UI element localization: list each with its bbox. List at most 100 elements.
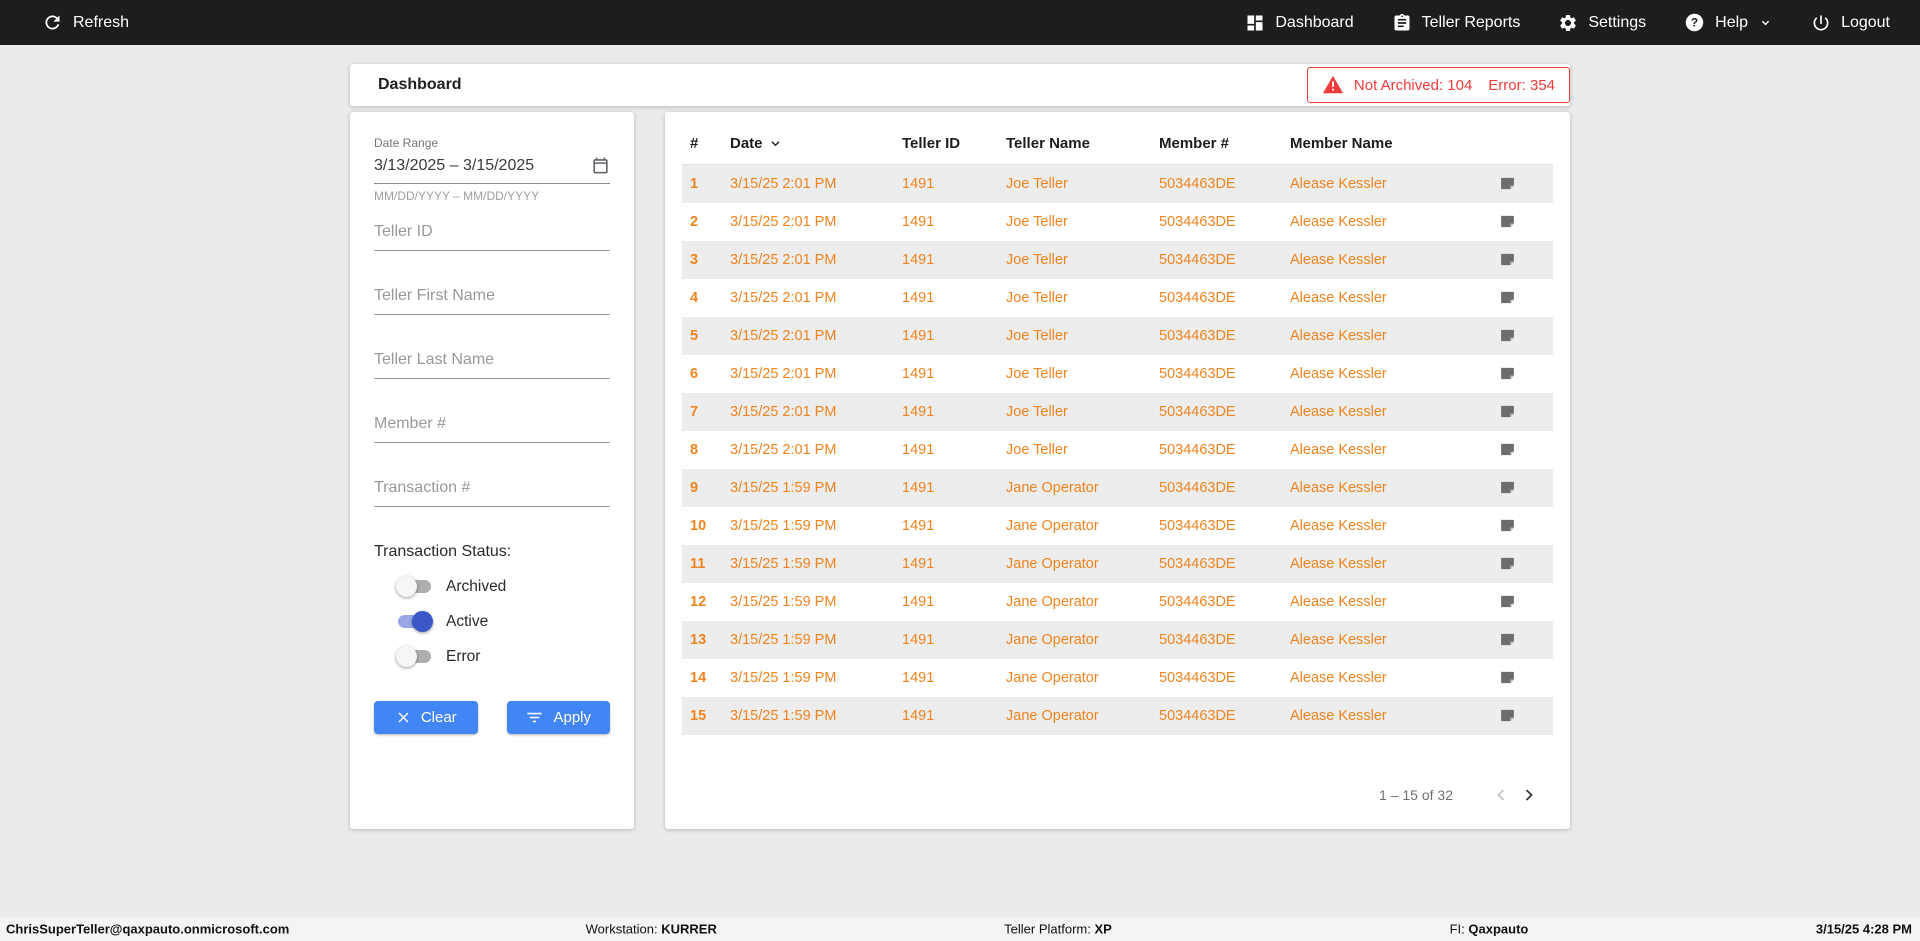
nav-logout[interactable]: Logout bbox=[1811, 13, 1890, 33]
note-icon[interactable] bbox=[1497, 667, 1518, 688]
note-icon[interactable] bbox=[1497, 249, 1518, 270]
toggle-row-active: Active bbox=[396, 611, 610, 632]
apply-button-label: Apply bbox=[553, 709, 591, 726]
nav-settings[interactable]: Settings bbox=[1558, 13, 1646, 33]
note-icon[interactable] bbox=[1497, 629, 1518, 650]
nav-dashboard[interactable]: Dashboard bbox=[1245, 13, 1353, 33]
gear-icon bbox=[1558, 13, 1578, 33]
note-icon[interactable] bbox=[1497, 439, 1518, 460]
note-icon[interactable] bbox=[1497, 705, 1518, 726]
pagination: 1 – 15 of 32 bbox=[682, 781, 1553, 809]
filter-panel: Date Range MM/DD/YYYY – MM/DD/YYYY Trans… bbox=[350, 112, 634, 829]
table-row[interactable]: 12 3/15/25 1:59 PM 1491 Jane Operator 50… bbox=[682, 583, 1553, 621]
date-range-input[interactable] bbox=[374, 157, 570, 175]
sort-desc-icon bbox=[767, 135, 784, 152]
note-icon[interactable] bbox=[1497, 325, 1518, 346]
table-row[interactable]: 7 3/15/25 2:01 PM 1491 Joe Teller 503446… bbox=[682, 393, 1553, 431]
toggle-row-error: Error bbox=[396, 646, 610, 667]
transaction-number-input[interactable] bbox=[374, 471, 610, 507]
date-sort-control[interactable]: Date bbox=[730, 135, 784, 152]
clipboard-icon bbox=[1392, 13, 1412, 33]
transactions-table: # Date Teller ID Teller Name Member # Me… bbox=[682, 122, 1553, 735]
nav-teller-reports[interactable]: Teller Reports bbox=[1392, 13, 1521, 33]
page-title: Dashboard bbox=[378, 76, 462, 94]
top-navbar: Refresh Dashboard Teller Reports Setting… bbox=[0, 0, 1920, 45]
table-row[interactable]: 3 3/15/25 2:01 PM 1491 Joe Teller 503446… bbox=[682, 241, 1553, 279]
transactions-table-card: # Date Teller ID Teller Name Member # Me… bbox=[665, 112, 1570, 829]
pagination-range: 1 – 15 of 32 bbox=[1379, 787, 1453, 803]
clear-button[interactable]: Clear bbox=[374, 701, 478, 734]
calendar-icon[interactable] bbox=[591, 156, 610, 175]
transaction-status-label: Transaction Status: bbox=[374, 543, 610, 561]
col-header-teller-id: Teller ID bbox=[894, 122, 998, 165]
note-icon[interactable] bbox=[1497, 211, 1518, 232]
note-icon[interactable] bbox=[1497, 553, 1518, 574]
chevron-down-icon bbox=[1758, 15, 1773, 30]
table-row[interactable]: 2 3/15/25 2:01 PM 1491 Joe Teller 503446… bbox=[682, 203, 1553, 241]
toggle-row-archived: Archived bbox=[396, 576, 610, 597]
help-icon: ? bbox=[1684, 12, 1705, 33]
teller-platform-info: Teller Platform: XP bbox=[1004, 922, 1112, 937]
nav-help[interactable]: ? Help bbox=[1684, 12, 1773, 33]
table-row[interactable]: 10 3/15/25 1:59 PM 1491 Jane Operator 50… bbox=[682, 507, 1553, 545]
table-row[interactable]: 6 3/15/25 2:01 PM 1491 Joe Teller 503446… bbox=[682, 355, 1553, 393]
col-header-note bbox=[1462, 122, 1553, 165]
table-row[interactable]: 1 3/15/25 2:01 PM 1491 Joe Teller 503446… bbox=[682, 165, 1553, 203]
archived-toggle-label: Archived bbox=[446, 578, 506, 596]
table-row[interactable]: 8 3/15/25 2:01 PM 1491 Joe Teller 503446… bbox=[682, 431, 1553, 469]
note-icon[interactable] bbox=[1497, 173, 1518, 194]
table-row[interactable]: 13 3/15/25 1:59 PM 1491 Jane Operator 50… bbox=[682, 621, 1553, 659]
filter-icon bbox=[525, 708, 544, 727]
col-header-teller-name: Teller Name bbox=[998, 122, 1151, 165]
workstation-info: Workstation: KURRER bbox=[586, 922, 717, 937]
refresh-button[interactable]: Refresh bbox=[42, 12, 129, 33]
nav-settings-label: Settings bbox=[1588, 14, 1646, 32]
table-row[interactable]: 9 3/15/25 1:59 PM 1491 Jane Operator 503… bbox=[682, 469, 1553, 507]
note-icon[interactable] bbox=[1497, 287, 1518, 308]
note-icon[interactable] bbox=[1497, 591, 1518, 612]
table-body: 1 3/15/25 2:01 PM 1491 Joe Teller 503446… bbox=[682, 165, 1553, 735]
table-row[interactable]: 5 3/15/25 2:01 PM 1491 Joe Teller 503446… bbox=[682, 317, 1553, 355]
current-datetime: 3/15/25 4:28 PM bbox=[1816, 922, 1912, 937]
table-header-row: # Date Teller ID Teller Name Member # Me… bbox=[682, 122, 1553, 165]
teller-last-name-input[interactable] bbox=[374, 343, 610, 379]
error-toggle[interactable] bbox=[396, 646, 433, 667]
note-icon[interactable] bbox=[1497, 401, 1518, 422]
next-page-button[interactable] bbox=[1515, 781, 1543, 809]
col-header-member-num: Member # bbox=[1151, 122, 1282, 165]
chevron-left-icon bbox=[1491, 785, 1511, 805]
dashboard-icon bbox=[1245, 13, 1265, 33]
archived-toggle[interactable] bbox=[396, 576, 433, 597]
member-number-input[interactable] bbox=[374, 407, 610, 443]
table-row[interactable]: 15 3/15/25 1:59 PM 1491 Jane Operator 50… bbox=[682, 697, 1553, 735]
teller-first-name-input[interactable] bbox=[374, 279, 610, 315]
teller-id-input[interactable] bbox=[374, 215, 610, 251]
date-range-field bbox=[374, 150, 610, 184]
alert-banner: Not Archived: 104 Error: 354 bbox=[1307, 67, 1570, 103]
nav-help-label: Help bbox=[1715, 14, 1748, 32]
table-row[interactable]: 14 3/15/25 1:59 PM 1491 Jane Operator 50… bbox=[682, 659, 1553, 697]
refresh-label: Refresh bbox=[73, 14, 129, 32]
warning-icon bbox=[1322, 74, 1344, 96]
error-toggle-label: Error bbox=[446, 648, 480, 666]
main-area: Dashboard Not Archived: 104 Error: 354 D… bbox=[0, 45, 1920, 917]
table-row[interactable]: 4 3/15/25 2:01 PM 1491 Joe Teller 503446… bbox=[682, 279, 1553, 317]
nav-logout-label: Logout bbox=[1841, 14, 1890, 32]
note-icon[interactable] bbox=[1497, 363, 1518, 384]
navbar-right: Dashboard Teller Reports Settings ? Help bbox=[1245, 12, 1890, 33]
fi-info: FI: Qaxpauto bbox=[1450, 922, 1529, 937]
previous-page-button bbox=[1487, 781, 1515, 809]
col-header-member-name: Member Name bbox=[1282, 122, 1462, 165]
note-icon[interactable] bbox=[1497, 515, 1518, 536]
col-header-date: Date bbox=[722, 122, 894, 165]
note-icon[interactable] bbox=[1497, 477, 1518, 498]
active-toggle[interactable] bbox=[396, 611, 433, 632]
nav-teller-reports-label: Teller Reports bbox=[1422, 14, 1521, 32]
apply-button[interactable]: Apply bbox=[507, 701, 611, 734]
table-row[interactable]: 11 3/15/25 1:59 PM 1491 Jane Operator 50… bbox=[682, 545, 1553, 583]
refresh-icon bbox=[42, 12, 63, 33]
chevron-right-icon bbox=[1519, 785, 1539, 805]
power-icon bbox=[1811, 13, 1831, 33]
logged-in-user: ChrisSuperTeller@qaxpauto.onmicrosoft.co… bbox=[6, 922, 289, 937]
active-toggle-label: Active bbox=[446, 613, 488, 631]
